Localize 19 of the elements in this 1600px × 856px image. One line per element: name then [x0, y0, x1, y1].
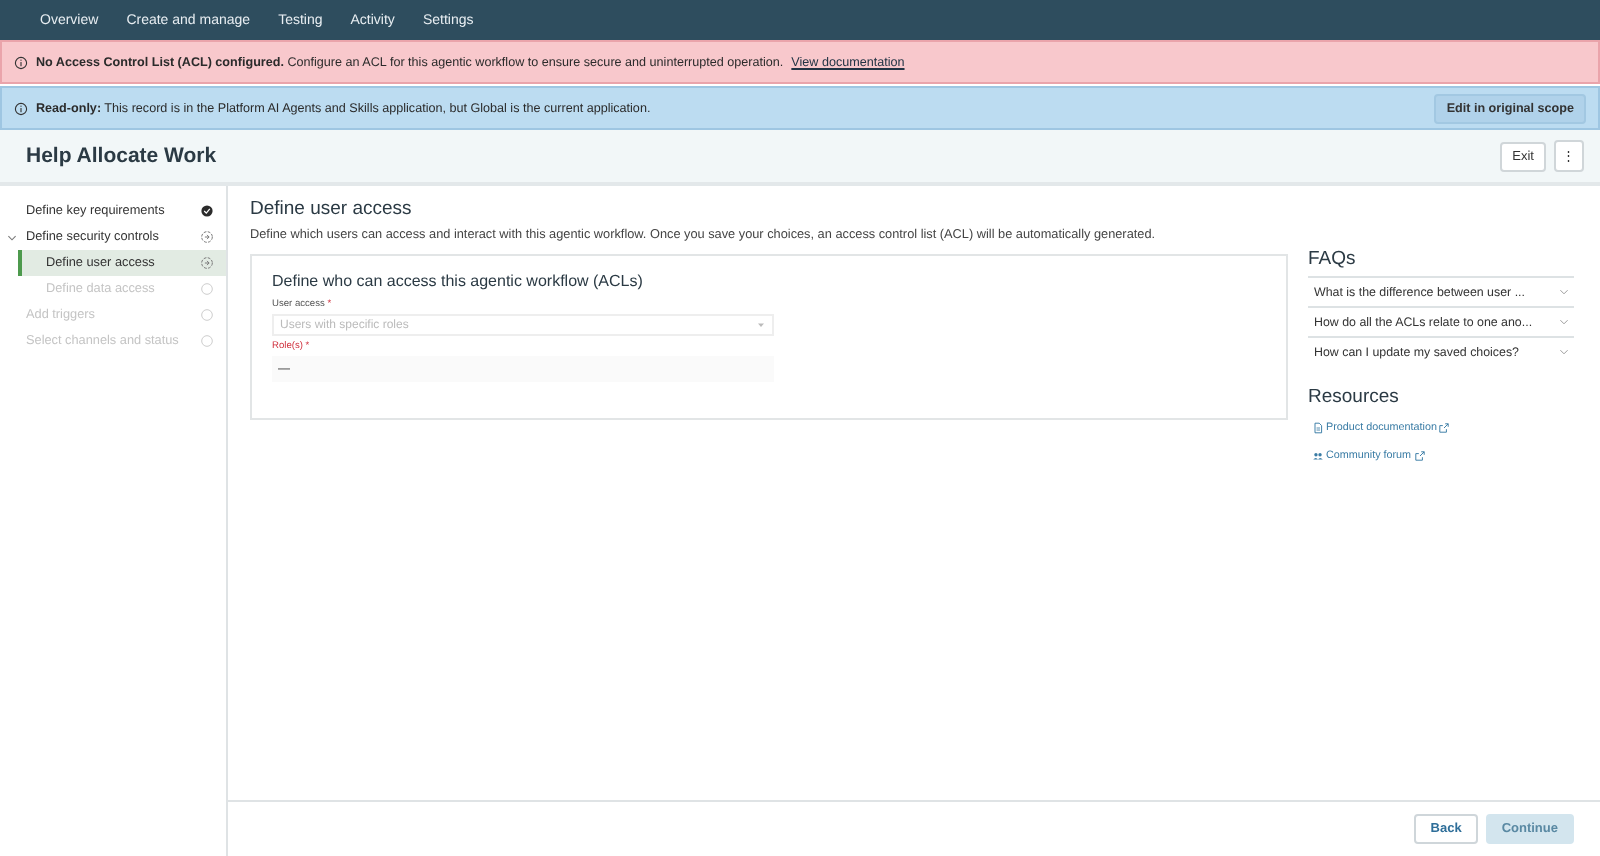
people-icon	[1312, 450, 1324, 462]
card-title: Define who can access this agentic workflow (ACLs)	[272, 272, 645, 290]
empty-circle-icon	[200, 308, 214, 322]
caret-icon	[756, 320, 766, 330]
external-link-icon	[1438, 422, 1451, 434]
info-icon	[14, 55, 28, 69]
empty-circle-icon	[200, 282, 214, 296]
check-circle-icon	[200, 204, 214, 218]
info-icon	[14, 101, 28, 115]
progress-circle-icon	[200, 256, 214, 270]
chevron-down-icon[interactable]	[6, 231, 18, 243]
resources-heading: Resources	[1308, 386, 1401, 408]
section-title: Define user access	[250, 198, 414, 220]
empty-circle-icon	[200, 334, 214, 348]
document-icon	[1312, 422, 1324, 434]
external-link-icon	[1413, 450, 1426, 462]
page-title: Help Allocate Work	[26, 144, 217, 168]
progress-circle-icon	[200, 230, 214, 244]
faqs-heading: FAQs	[1308, 248, 1358, 270]
